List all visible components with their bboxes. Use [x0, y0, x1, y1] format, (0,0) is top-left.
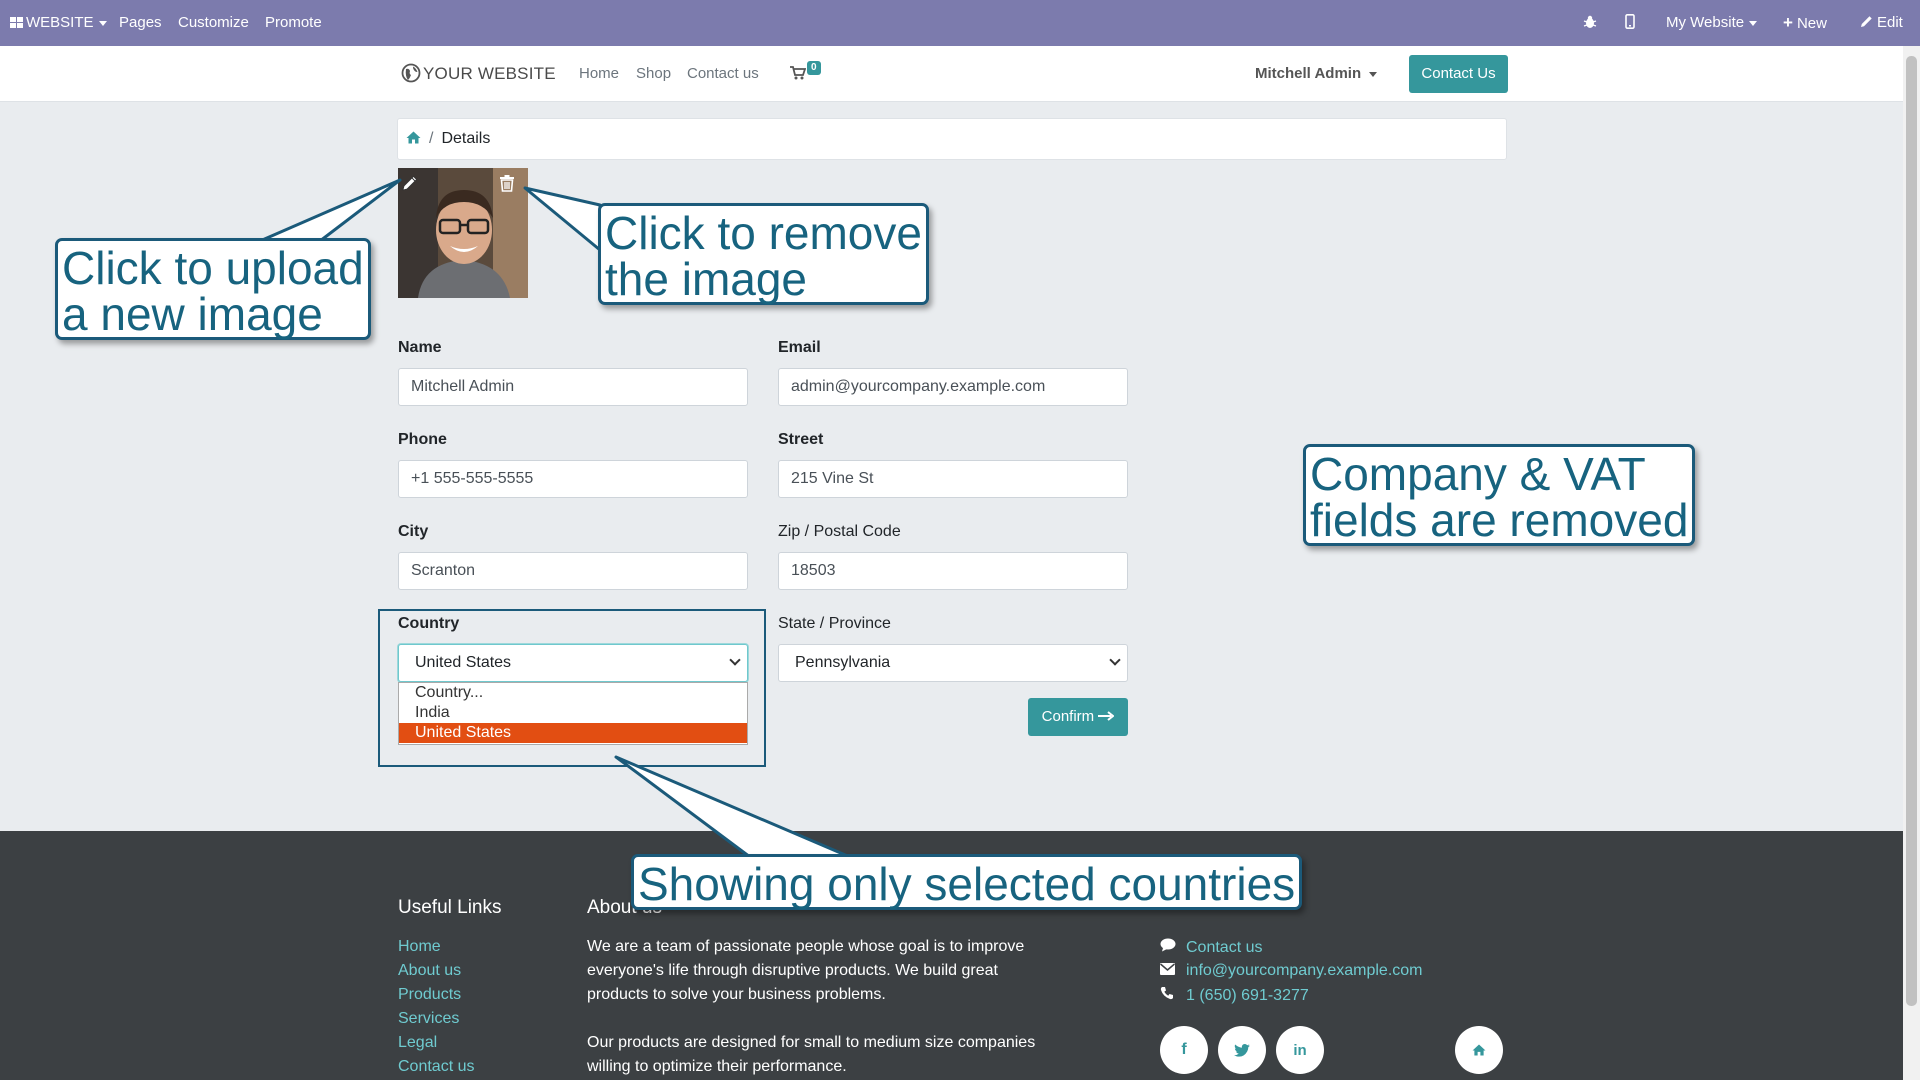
apps-grid-icon — [10, 17, 23, 28]
admin-bar: WEBSITE Pages Customize Promote My Websi… — [0, 0, 1920, 46]
mobile-preview-button[interactable] — [1625, 0, 1635, 46]
about-paragraph-2: Our products are designed for small to m… — [587, 1034, 1036, 1075]
footer-link-home[interactable]: Home — [398, 938, 441, 956]
city-label: City — [398, 523, 429, 540]
zip-label: Zip / Postal Code — [778, 523, 901, 540]
breadcrumb-current: Details — [441, 130, 491, 147]
linkedin-icon: in — [1293, 1041, 1307, 1059]
pencil-icon — [1861, 16, 1872, 27]
street-input[interactable]: 215 Vine St — [778, 460, 1128, 498]
footer-link-about[interactable]: About us — [398, 962, 461, 980]
phone-input[interactable]: +1 555-555-5555 — [398, 460, 748, 498]
name-label: Name — [398, 339, 442, 356]
pages-menu[interactable]: Pages — [119, 0, 162, 46]
callout-remove-image: Click to remove the image — [598, 203, 929, 305]
chevron-down-icon — [1369, 71, 1378, 77]
facebook-button[interactable]: f — [1160, 1026, 1208, 1074]
debug-button[interactable] — [1583, 0, 1597, 46]
cart-link[interactable]: 0 — [790, 46, 821, 102]
country-highlight-box — [378, 609, 766, 767]
linkedin-button[interactable]: in — [1276, 1026, 1324, 1074]
email-input[interactable]: admin@yourcompany.example.com — [778, 368, 1128, 406]
home-icon[interactable] — [406, 131, 421, 144]
state-select[interactable]: Pennsylvania — [778, 644, 1128, 682]
callout-company-vat: Company & VAT fields are removed — [1303, 444, 1696, 546]
pencil-icon — [402, 175, 418, 191]
phone-label: Phone — [398, 431, 447, 448]
cart-count-badge: 0 — [807, 61, 821, 75]
site-logo[interactable]: YOUR WEBSITE — [401, 46, 556, 102]
new-button[interactable]: + New — [1783, 0, 1827, 46]
footer-phone-row[interactable]: 1 (650) 691-3277 — [1160, 986, 1309, 1005]
profile-avatar — [398, 168, 528, 298]
name-input[interactable]: Mitchell Admin — [398, 368, 748, 406]
upload-image-button[interactable] — [401, 174, 425, 198]
breadcrumb: / Details — [397, 118, 1507, 160]
nav-shop[interactable]: Shop — [636, 46, 671, 102]
apps-menu[interactable]: WEBSITE — [10, 0, 107, 46]
city-input[interactable]: Scranton — [398, 552, 748, 590]
twitter-button[interactable] — [1218, 1026, 1266, 1074]
twitter-icon — [1234, 1043, 1250, 1057]
remove-image-button[interactable] — [499, 174, 523, 198]
useful-links-title: Useful Links — [398, 897, 502, 918]
user-menu[interactable]: Mitchell Admin — [1255, 46, 1378, 102]
facebook-icon: f — [1181, 1041, 1187, 1058]
home-icon — [1472, 1044, 1486, 1056]
website-switcher[interactable]: My Website — [1666, 0, 1758, 46]
trash-icon — [500, 175, 514, 192]
page-scrollbar[interactable] — [1903, 46, 1920, 1080]
globe-icon — [401, 63, 421, 83]
chevron-down-icon — [1749, 20, 1758, 26]
promote-menu[interactable]: Promote — [265, 0, 322, 46]
footer-link-contact[interactable]: Contact us — [398, 1058, 474, 1076]
comment-icon — [1160, 938, 1186, 957]
chevron-down-icon — [98, 20, 107, 26]
footer-link-products[interactable]: Products — [398, 986, 461, 1004]
footer-email-row[interactable]: info@yourcompany.example.com — [1160, 962, 1423, 980]
about-paragraph-1: We are a team of passionate people whose… — [587, 938, 1025, 1003]
homepage-button[interactable] — [1455, 1026, 1503, 1074]
scrollbar-thumb[interactable] — [1906, 56, 1917, 1006]
nav-contact-us[interactable]: Contact us — [687, 46, 759, 102]
zip-input[interactable]: 18503 — [778, 552, 1128, 590]
confirm-button[interactable]: Confirm — [1028, 698, 1128, 736]
callout-selected-countries: Showing only selected countries — [631, 854, 1303, 910]
mobile-icon — [1625, 14, 1635, 29]
bug-icon — [1583, 15, 1597, 28]
street-label: Street — [778, 431, 824, 448]
contact-us-button[interactable]: Contact Us — [1409, 55, 1508, 93]
customize-menu[interactable]: Customize — [178, 0, 249, 46]
footer-link-legal[interactable]: Legal — [398, 1034, 437, 1052]
email-label: Email — [778, 339, 821, 356]
nav-home[interactable]: Home — [579, 46, 619, 102]
website-navbar: YOUR WEBSITE Home Shop Contact us 0 Mitc… — [0, 46, 1903, 102]
phone-icon — [1160, 986, 1186, 1005]
footer-link-services[interactable]: Services — [398, 1010, 459, 1028]
plus-icon: + — [1783, 13, 1793, 32]
chevron-down-icon — [1109, 654, 1121, 666]
cart-icon — [790, 66, 807, 80]
envelope-icon — [1160, 962, 1186, 980]
footer-contact-row[interactable]: Contact us — [1160, 938, 1262, 957]
arrow-right-icon — [1098, 711, 1115, 721]
callout-upload-image: Click to upload a new image — [55, 238, 371, 340]
state-label: State / Province — [778, 615, 891, 632]
edit-button[interactable]: Edit — [1860, 0, 1903, 46]
